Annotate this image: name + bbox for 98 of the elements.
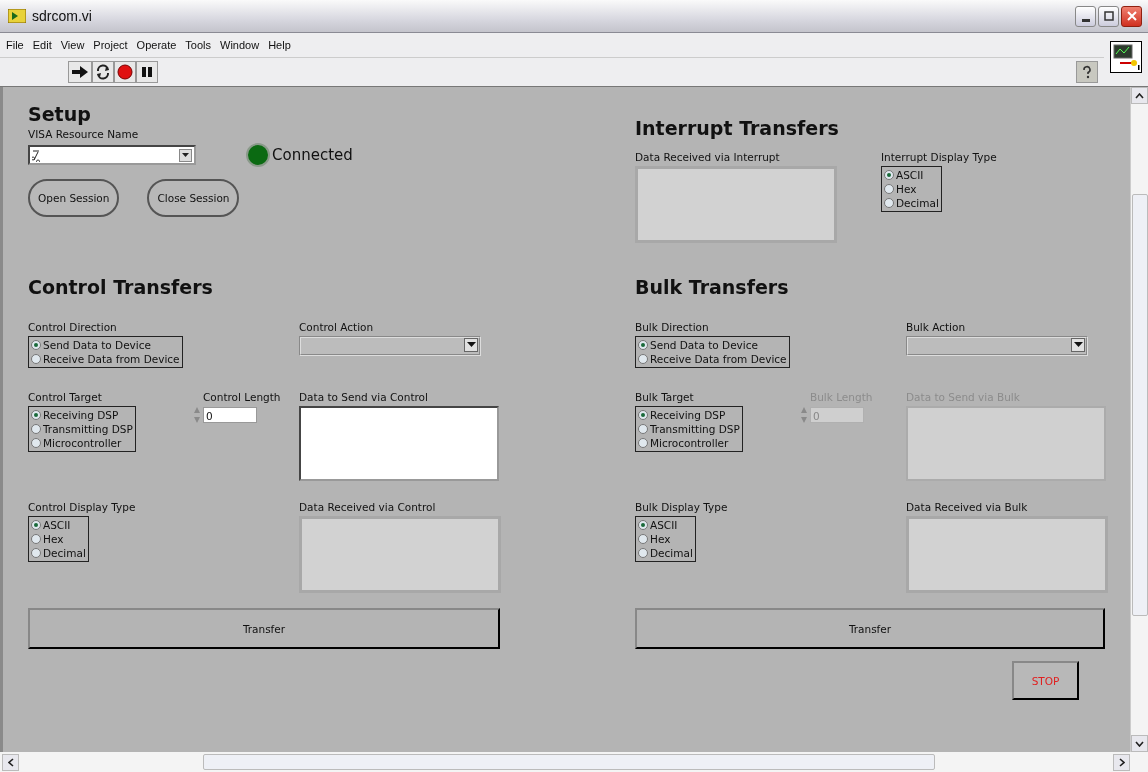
transfer-button[interactable]: Transfer xyxy=(635,608,1105,649)
radio-button[interactable] xyxy=(638,534,648,544)
close-button[interactable] xyxy=(1121,5,1142,27)
caret-icon xyxy=(466,342,476,348)
minimize-icon xyxy=(1081,18,1090,22)
minimize-button[interactable] xyxy=(1075,5,1096,27)
radio-label: Decimal xyxy=(43,547,86,559)
window-title: sdrcom.vi xyxy=(32,8,92,24)
field-label: Bulk Direction xyxy=(635,320,710,334)
menu-item[interactable]: Window xyxy=(220,39,260,51)
field-label: Bulk Action xyxy=(906,320,967,334)
vertical-scrollbar[interactable] xyxy=(1130,87,1148,752)
section-title: Interrupt Transfers xyxy=(635,116,840,141)
menu-item[interactable]: Help xyxy=(268,39,291,51)
radio-button[interactable] xyxy=(638,548,648,558)
scroll-right-icon xyxy=(1118,757,1125,767)
radio-label: Receive Data from Device xyxy=(650,353,787,365)
radio-button[interactable] xyxy=(31,340,41,350)
field-label: Control Display Type xyxy=(28,500,137,514)
radio-label: Hex xyxy=(896,183,917,195)
vi-icon xyxy=(1110,41,1142,73)
scroll-down-icon xyxy=(1135,740,1144,747)
radio-label: Send Data to Device xyxy=(43,339,151,351)
session-button[interactable]: Open Session xyxy=(28,179,120,217)
radio-label: Send Data to Device xyxy=(650,339,758,351)
radio-button[interactable] xyxy=(884,184,894,194)
field-label: Bulk Display Type xyxy=(635,500,729,514)
radio-button[interactable] xyxy=(31,438,41,448)
resource-dropdown[interactable] xyxy=(28,145,196,165)
field-label: Data Received via Interrupt xyxy=(635,150,781,164)
radio-button[interactable] xyxy=(638,520,648,530)
radio-label: Microcontroller xyxy=(43,437,122,449)
section-title: Bulk Transfers xyxy=(635,275,790,300)
action-dropdown[interactable] xyxy=(906,336,1088,356)
radio-label: Transmitting DSP xyxy=(650,423,740,435)
menu-item[interactable]: Edit xyxy=(32,39,52,51)
radio-button[interactable] xyxy=(31,520,41,530)
radio-label: Transmitting DSP xyxy=(43,423,133,435)
radio-button[interactable] xyxy=(638,354,648,364)
radio-button[interactable] xyxy=(638,424,648,434)
radio-button[interactable] xyxy=(638,438,648,448)
session-button[interactable]: Close Session xyxy=(147,179,240,217)
field-label: Bulk Target xyxy=(635,390,695,404)
field-label: Interrupt Display Type xyxy=(881,150,997,164)
radio-button[interactable] xyxy=(31,534,41,544)
radio-label: ASCII xyxy=(896,169,924,181)
radio-button[interactable] xyxy=(638,410,648,420)
radio-label: ASCII xyxy=(43,519,71,531)
menu-item[interactable]: Project xyxy=(93,39,128,51)
radio-label: ASCII xyxy=(650,519,678,531)
maximize-button[interactable] xyxy=(1098,5,1119,27)
radio-button[interactable] xyxy=(31,548,41,558)
menu-item[interactable]: View xyxy=(60,39,85,51)
action-dropdown[interactable] xyxy=(299,336,481,356)
scroll-left-icon xyxy=(7,757,14,767)
menu-item[interactable]: Operate xyxy=(136,39,177,51)
menu-item[interactable]: File xyxy=(6,39,24,51)
help-icon[interactable] xyxy=(1076,61,1098,83)
radio-label: Hex xyxy=(43,533,64,545)
radio-button[interactable] xyxy=(31,424,41,434)
radio-label: Decimal xyxy=(650,547,693,559)
radio-label: Decimal xyxy=(896,197,939,209)
field-label: VISA Resource Name xyxy=(28,127,140,141)
field-label: Data Received via Control xyxy=(299,500,437,514)
radio-button[interactable] xyxy=(638,340,648,350)
caret-icon xyxy=(1073,342,1083,348)
field-label: Data Received via Bulk xyxy=(906,500,1029,514)
radio-button[interactable] xyxy=(884,170,894,180)
transfer-button[interactable]: Transfer xyxy=(28,608,500,649)
radio-button[interactable] xyxy=(884,198,894,208)
length-field[interactable]: 0 xyxy=(203,407,257,423)
field-label: Control Length xyxy=(203,390,282,404)
radio-label: Receiving DSP xyxy=(650,409,726,421)
radio-label: Microcontroller xyxy=(650,437,729,449)
radio-label: Receiving DSP xyxy=(43,409,119,421)
field-label: Control Target xyxy=(28,390,103,404)
radio-label: Receive Data from Device xyxy=(43,353,180,365)
section-title: Control Transfers xyxy=(28,275,214,300)
radio-button[interactable] xyxy=(31,354,41,364)
run-continuously-icon[interactable] xyxy=(92,61,114,83)
field-label: Control Action xyxy=(299,320,375,334)
status-label: Connected xyxy=(272,146,353,164)
scroll-up-icon xyxy=(1135,92,1144,99)
close-icon xyxy=(1126,11,1137,21)
send-data-field[interactable] xyxy=(299,406,499,481)
resource-icon xyxy=(32,148,40,162)
maximize-icon xyxy=(1103,11,1114,21)
horizontal-scrollbar[interactable] xyxy=(0,752,1148,772)
field-label: Data to Send via Control xyxy=(299,390,429,404)
radio-button[interactable] xyxy=(31,410,41,420)
menu-item[interactable]: Tools xyxy=(185,39,212,51)
pause-icon[interactable] xyxy=(136,61,158,83)
app-icon xyxy=(8,9,26,23)
abort-icon[interactable] xyxy=(114,61,136,83)
section-title: Setup xyxy=(28,102,92,127)
caret-icon xyxy=(182,153,189,158)
field-label: Control Direction xyxy=(28,320,118,334)
radio-label: Hex xyxy=(650,533,671,545)
